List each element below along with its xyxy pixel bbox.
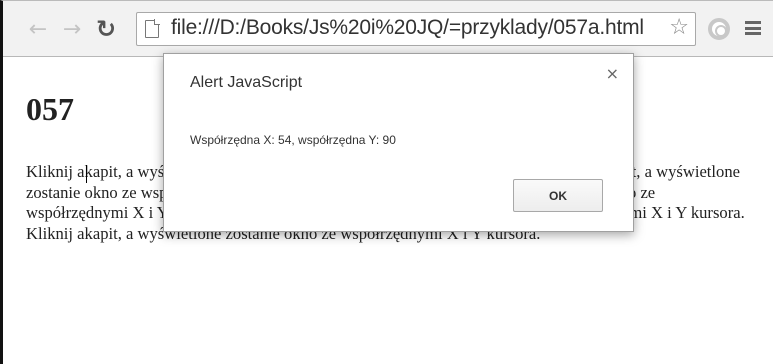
alert-title: Alert JavaScript bbox=[190, 74, 303, 91]
hamburger-menu-icon[interactable] bbox=[745, 21, 761, 35]
page-icon bbox=[145, 19, 160, 38]
ok-button[interactable]: OK bbox=[513, 179, 603, 212]
back-arrow-icon[interactable]: ← bbox=[25, 14, 51, 44]
star-icon[interactable]: ☆ bbox=[669, 15, 689, 40]
alert-dialog: Alert JavaScript × Współrzędna X: 54, ws… bbox=[163, 53, 634, 232]
text-cursor-icon bbox=[86, 165, 94, 183]
reload-icon[interactable]: ↻ bbox=[93, 14, 119, 44]
page-title: 057 bbox=[26, 91, 74, 127]
close-icon[interactable]: × bbox=[606, 64, 619, 83]
browser-toolbar: ← → ↻ file:///D:/Books/Js%20i%20JQ/=przy… bbox=[3, 1, 773, 57]
url-text[interactable]: file:///D:/Books/Js%20i%20JQ/=przyklady/… bbox=[171, 16, 644, 40]
extension-icon[interactable] bbox=[708, 18, 730, 40]
forward-arrow-icon[interactable]: → bbox=[59, 14, 85, 44]
alert-message: Współrzędna X: 54, współrzędna Y: 90 bbox=[190, 133, 396, 147]
address-bar[interactable]: file:///D:/Books/Js%20i%20JQ/=przyklady/… bbox=[136, 12, 696, 46]
browser-window: ← → ↻ file:///D:/Books/Js%20i%20JQ/=przy… bbox=[0, 0, 773, 364]
